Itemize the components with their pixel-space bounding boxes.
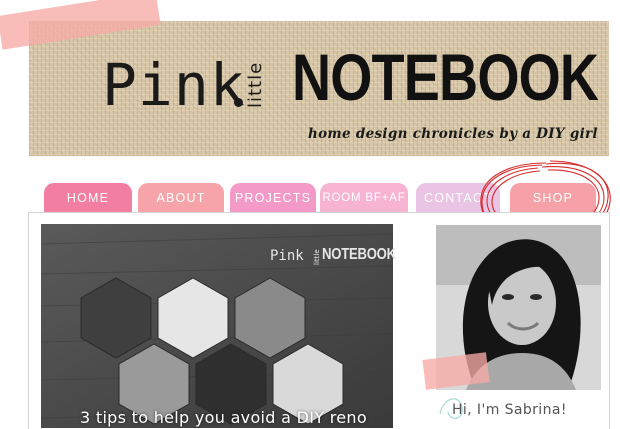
site-tagline: home design chronicles by a DIY girl (308, 126, 598, 142)
tab-about[interactable]: ABOUT (138, 183, 224, 213)
tab-home[interactable]: HOME (44, 183, 132, 213)
post-title[interactable]: 3 tips to help you avoid a DIY reno (80, 408, 367, 427)
tab-projects[interactable]: PROJECTS (230, 183, 316, 213)
logo-notebook-text[interactable]: NOTEBOOK (292, 44, 599, 110)
tab-room-before-after[interactable]: ROOM BF+AF (320, 183, 408, 213)
logo-little-text: little (245, 61, 266, 108)
post-watermark-little: little (313, 249, 321, 265)
logo-dot (234, 98, 243, 107)
sidebar-greeting: Hi, I'm Sabrina! (452, 402, 567, 418)
logo-pink-text[interactable]: Pink (102, 56, 246, 114)
post-watermark-notebook: NOTEBOOK (322, 246, 396, 263)
post-watermark-pink: Pink (270, 248, 304, 264)
